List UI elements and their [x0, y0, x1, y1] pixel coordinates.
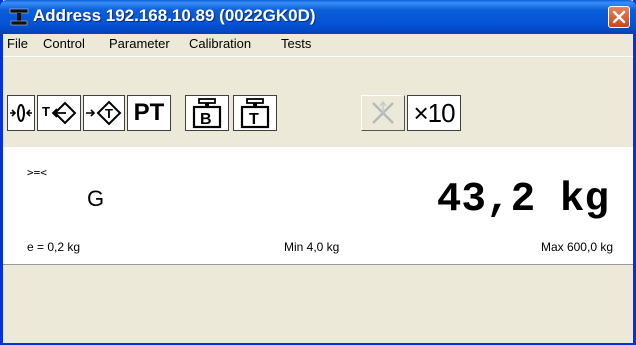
title-bar[interactable]: Address 192.168.10.89 (0022GK0D): [0, 0, 636, 34]
disabled-x-icon: [372, 100, 394, 124]
preset-tare-button[interactable]: PT: [127, 95, 171, 131]
menu-tests[interactable]: Tests: [281, 36, 311, 51]
menu-control[interactable]: Control: [43, 36, 85, 51]
toolbar: T T PT B T ×10: [3, 56, 633, 147]
tare-button[interactable]: T: [37, 95, 81, 131]
weight-mode: G: [87, 186, 105, 211]
window-title: Address 192.168.10.89 (0022GK0D): [33, 6, 316, 25]
times-ten-icon: ×10: [413, 97, 455, 128]
stability-indicator: >=<: [27, 166, 47, 179]
menu-file[interactable]: File: [7, 36, 28, 51]
disabled-button[interactable]: [361, 95, 405, 131]
scale-app-icon: [9, 8, 29, 26]
times-ten-button[interactable]: ×10: [407, 95, 461, 131]
menu-calibration[interactable]: Calibration: [189, 36, 251, 51]
preset-tare-label: PT: [133, 99, 165, 126]
svg-text:T: T: [42, 104, 50, 119]
min-capacity-label: Min 4,0 kg: [284, 240, 340, 254]
gross-weight-button[interactable]: B: [185, 95, 229, 131]
max-capacity-label: Max 600,0 kg: [540, 240, 613, 254]
menu-parameter[interactable]: Parameter: [109, 36, 170, 51]
tare-icon: T: [42, 101, 77, 125]
tare-weight-button[interactable]: T: [233, 95, 277, 131]
clear-tare-button[interactable]: T: [83, 95, 125, 131]
status-area: [3, 264, 633, 343]
svg-text:T: T: [105, 106, 113, 121]
menu-bar: File Control Parameter Calibration Tests: [3, 34, 633, 54]
tare-weight-icon: T: [240, 98, 270, 129]
app-window: Address 192.168.10.89 (0022GK0D) File Co…: [0, 0, 636, 345]
division-label: e = 0,2 kg: [27, 240, 81, 254]
zero-button[interactable]: [7, 95, 35, 131]
close-button[interactable]: [608, 6, 630, 28]
gross-weight-icon: B: [192, 98, 222, 129]
weight-value: 43,2 kg: [436, 177, 609, 223]
zero-icon: [10, 104, 32, 122]
close-icon: [612, 10, 626, 24]
weight-display: >=< G 43,2 kg e = 0,2 kg Min 4,0 kg Max …: [3, 147, 633, 264]
svg-text:B: B: [200, 111, 212, 128]
svg-text:T: T: [249, 111, 259, 128]
clear-tare-icon: T: [86, 100, 122, 126]
